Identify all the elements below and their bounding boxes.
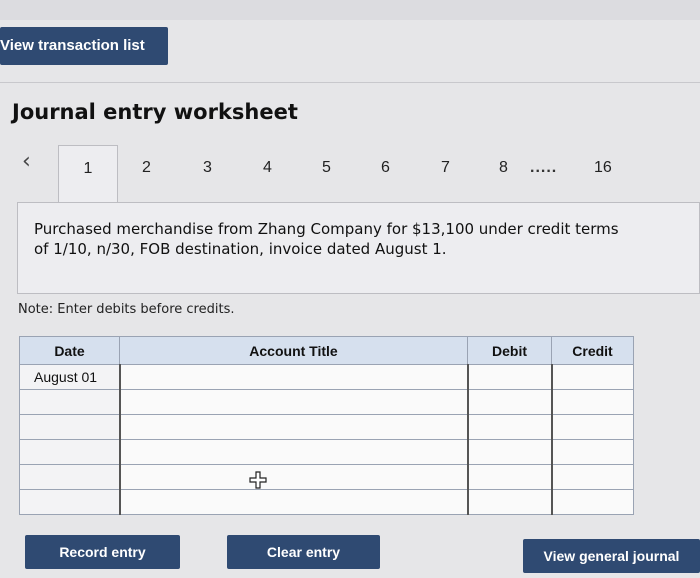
date-cell [19,464,120,490]
date-cell [19,439,120,465]
table-row [19,489,634,515]
page-title: Journal entry worksheet [12,100,298,124]
tab-8[interactable]: 8 [499,159,508,177]
table-row [19,464,634,490]
debit-field[interactable] [466,389,552,415]
credit-field[interactable] [550,414,634,440]
table-row: August 01 [19,364,634,390]
tab-3[interactable]: 3 [203,159,212,177]
chevron-left-icon[interactable]: ‹ [22,149,31,174]
tab-7[interactable]: 7 [441,159,450,177]
transaction-description-panel: Purchased merchandise from Zhang Company… [17,202,700,294]
tab-5[interactable]: 5 [322,159,331,177]
account-title-field[interactable] [118,389,468,415]
view-transaction-list-button[interactable]: View transaction list [0,27,168,65]
top-strip [0,0,700,20]
journal-entry-page: View transaction list Journal entry work… [0,0,700,578]
account-title-field[interactable] [118,439,468,465]
tab-2[interactable]: 2 [142,159,151,177]
credit-field[interactable] [550,439,634,465]
table-row [19,439,634,465]
credit-field[interactable] [550,489,634,515]
credit-field[interactable] [550,364,634,390]
date-cell [19,414,120,440]
tab-ellipsis: ..... [530,159,558,176]
transaction-description: Purchased merchandise from Zhang Company… [34,220,619,258]
credit-field[interactable] [550,389,634,415]
account-title-header: Account Title [119,336,468,365]
record-entry-button[interactable]: Record entry [25,535,180,569]
date-cell: August 01 [19,364,120,390]
date-header: Date [19,336,120,365]
account-title-field[interactable] [118,414,468,440]
divider [0,82,700,83]
credit-header: Credit [551,336,634,365]
tab-1[interactable]: 1 [58,145,118,203]
debit-field[interactable] [466,414,552,440]
move-cursor-icon [249,471,267,489]
table-row [19,414,634,440]
entry-note: Note: Enter debits before credits. [18,302,235,317]
debit-field[interactable] [466,464,552,490]
tab-16[interactable]: 16 [594,159,612,177]
account-title-field[interactable] [118,489,468,515]
tab-6[interactable]: 6 [381,159,390,177]
credit-field[interactable] [550,464,634,490]
clear-entry-button[interactable]: Clear entry [227,535,380,569]
debit-field[interactable] [466,489,552,515]
account-title-field[interactable] [118,364,468,390]
date-cell [19,489,120,515]
view-general-journal-button[interactable]: View general journal [523,539,700,573]
worksheet-tabs: ‹ 1 2 3 4 5 6 7 8 ..... 16 [14,145,700,203]
tab-4[interactable]: 4 [263,159,272,177]
journal-table: Date Account Title Debit Credit August 0… [19,336,634,515]
table-header-row: Date Account Title Debit Credit [19,336,634,365]
date-cell [19,389,120,415]
account-title-field[interactable] [118,464,468,490]
table-row [19,389,634,415]
debit-header: Debit [467,336,552,365]
debit-field[interactable] [466,364,552,390]
debit-field[interactable] [466,439,552,465]
